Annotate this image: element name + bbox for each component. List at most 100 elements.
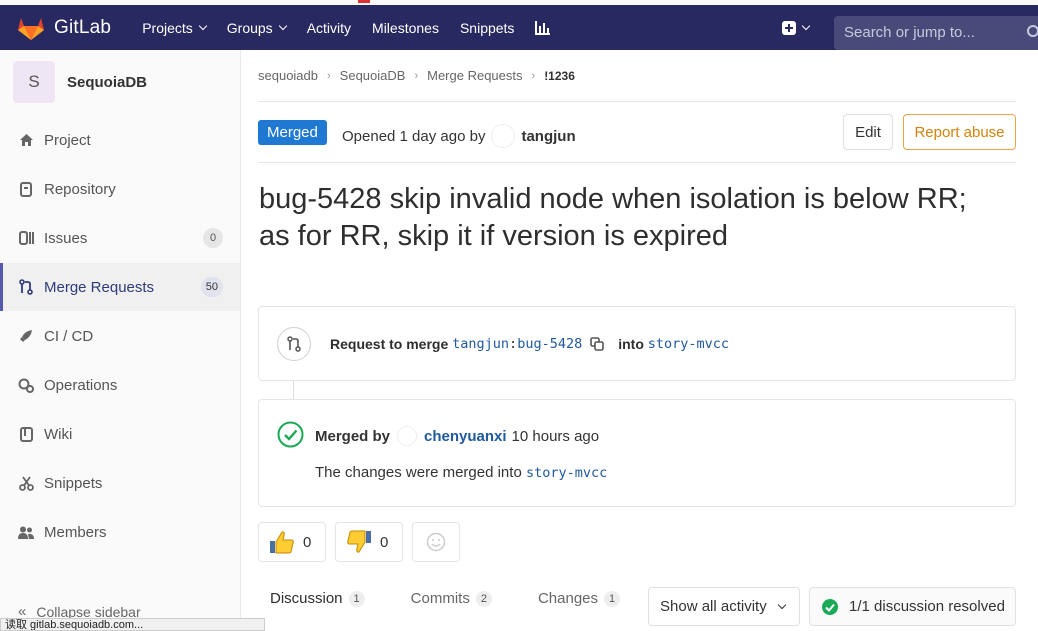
chevron-down-icon [801,21,811,31]
breadcrumb: sequoiadb › SequoiaDB › Merge Requests ›… [258,68,575,83]
sidebar-item-label: Members [44,523,107,541]
merge-request-widget: Request to merge tangjun:bug-5428 into s… [258,306,1016,381]
activity-filter-dropdown[interactable]: Show all activity [648,587,800,626]
rocket-icon [18,328,34,344]
browser-status-bar: 读取 gitlab.sequoiadb.com... [0,618,265,631]
merge-requests-count-badge: 50 [200,277,223,297]
tab-commits[interactable]: Commits 2 [399,590,504,607]
divider [258,101,1016,102]
merged-into-branch-link[interactable]: story-mvcc [526,465,607,481]
avatar[interactable] [491,124,516,148]
branch-separator: : [509,336,518,352]
sidebar-item-members[interactable]: Members [0,508,240,556]
sidebar-item-label: Merge Requests [44,278,155,296]
merge-request-icon [18,279,34,295]
project-header[interactable]: S SequoiaDB [0,50,240,114]
chevron-right-icon: › [414,69,419,82]
copy-icon[interactable] [590,337,605,351]
breadcrumb-project[interactable]: SequoiaDB [340,68,406,83]
thumbs-down-icon [347,530,371,553]
report-abuse-button[interactable]: Report abuse [903,114,1016,150]
add-reaction-button[interactable] [412,522,460,562]
opened-info: Opened 1 day ago by tangjun [342,124,576,148]
thumbs-up-button[interactable]: 0 [258,522,326,562]
merged-into-info: The changes were merged into story-mvcc [315,464,607,481]
timeline-connector [293,381,294,399]
nav-snippets[interactable]: Snippets [460,20,514,36]
smiley-icon [426,532,446,552]
tanuki-icon [18,17,44,40]
resolved-label: 1/1 discussion resolved [849,598,1005,615]
thumbs-down-button[interactable]: 0 [335,522,403,562]
avatar[interactable] [397,426,418,446]
sidebar-item-label: Snippets [44,474,103,492]
sidebar-item-label: Wiki [44,425,73,443]
merged-by-info: Merged by chenyuanxi 10 hours ago [315,426,599,446]
sidebar-item-label: Repository [44,180,116,198]
edit-button[interactable]: Edit [843,114,893,150]
thumbs-up-icon [270,531,294,554]
sidebar-item-ci-cd[interactable]: CI / CD [0,312,240,360]
tab-changes[interactable]: Changes 1 [526,590,632,607]
target-branch-link[interactable]: story-mvcc [648,336,729,352]
book-icon [18,426,34,442]
nav-milestones[interactable]: Milestones [372,20,439,36]
project-avatar: S [13,61,55,103]
chevron-right-icon: › [531,69,536,82]
chevron-down-icon [278,21,287,30]
project-name: SequoiaDB [67,73,148,91]
sidebar-item-wiki[interactable]: Wiki [0,410,240,458]
nav-analytics[interactable] [535,20,551,36]
chevron-right-icon: › [327,69,331,82]
plus-icon [782,21,796,35]
gitlab-logo[interactable]: GitLab [18,16,111,40]
home-icon [18,132,34,148]
nav-activity[interactable]: Activity [307,20,351,36]
nav-menu: Projects Groups Activity Milestones Snip… [142,20,571,36]
top-navbar: GitLab Projects Groups Activity Mileston… [0,5,1038,50]
sidebar-item-operations[interactable]: Operations [0,361,240,409]
source-user: tangjun [452,336,510,352]
chevron-down-icon [198,21,208,30]
sidebar-item-project[interactable]: Project [0,116,240,164]
breadcrumb-mr-id[interactable]: !1236 [544,69,575,83]
check-circle-icon [822,598,838,615]
cloud-gear-icon [18,377,34,393]
breadcrumb-merge-requests[interactable]: Merge Requests [427,68,522,83]
nav-milestones-label: Milestones [372,19,439,36]
brand-name: GitLab [54,16,112,38]
thumbs-up-count: 0 [303,533,312,551]
merged-by-label: Merged by [315,427,391,445]
check-circle-icon [277,421,304,448]
divider [258,162,1016,163]
nav-projects[interactable]: Projects [142,20,208,36]
merged-widget: Merged by chenyuanxi 10 hours ago The ch… [258,399,1016,507]
sidebar-item-label: Project [44,131,91,149]
sidebar-item-snippets[interactable]: Snippets [0,459,240,507]
merged-by-user-link[interactable]: chenyuanxi [424,428,507,445]
nav-groups-label: Groups [226,19,273,36]
tab-count: 1 [348,590,365,607]
resolved-discussions-button[interactable]: 1/1 discussion resolved [809,587,1016,626]
sidebar-item-label: Issues [44,229,88,247]
sidebar-item-repository[interactable]: Repository [0,165,240,213]
sidebar-item-issues[interactable]: Issues 0 [0,214,240,262]
search-icon [1027,25,1038,37]
new-item-dropdown[interactable] [782,21,811,35]
author-link[interactable]: tangjun [521,128,575,145]
thumbs-down-count: 0 [380,533,389,551]
search-input[interactable]: Search or jump to... [834,16,1038,50]
sidebar-item-merge-requests[interactable]: Merge Requests 50 [0,263,240,311]
issues-count-badge: 0 [203,228,223,248]
request-to-merge-text: Request to merge tangjun:bug-5428 into s… [330,336,729,352]
source-branch-link[interactable]: tangjun:bug-5428 [452,336,582,352]
tab-label: Commits [410,590,470,607]
merged-time: 10 hours ago [511,427,600,445]
nav-groups[interactable]: Groups [226,19,287,36]
breadcrumb-group[interactable]: sequoiadb [258,68,318,83]
users-icon [18,524,34,540]
tab-discussion[interactable]: Discussion 1 [258,590,377,607]
nav-snippets-label: Snippets [459,19,515,36]
tab-count: 1 [604,590,621,607]
tab-count: 2 [475,590,492,607]
